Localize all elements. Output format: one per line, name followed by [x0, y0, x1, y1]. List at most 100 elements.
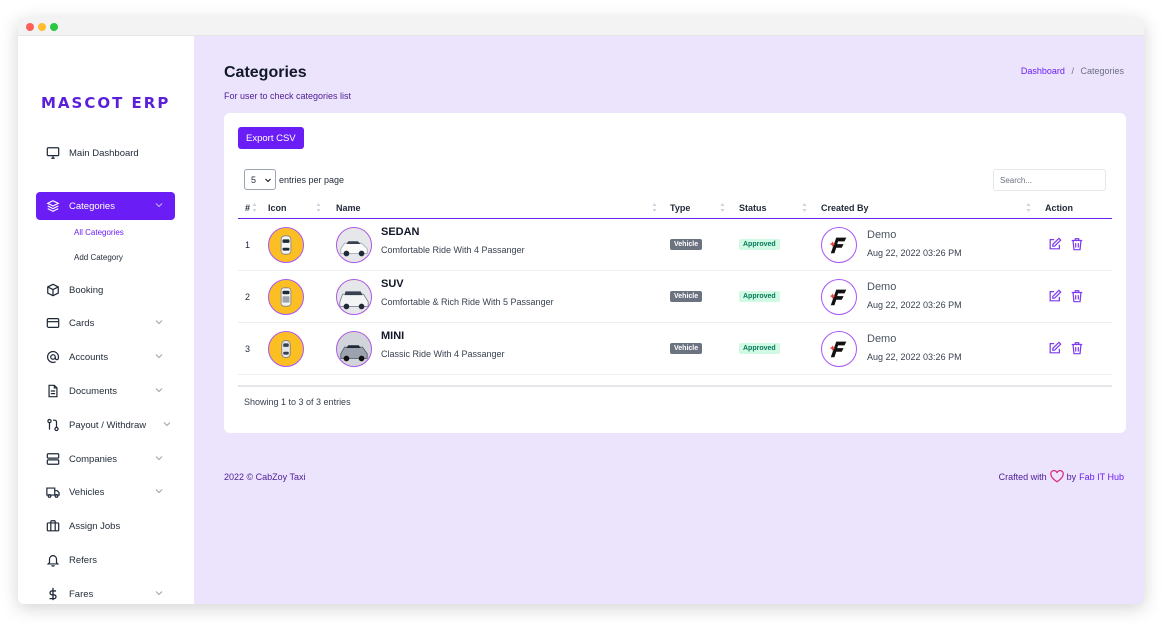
category-description: Comfortable Ride With 4 Passanger: [381, 245, 525, 255]
sidebar-item-booking[interactable]: Booking: [36, 276, 175, 304]
breadcrumb-current: Categories: [1080, 66, 1124, 76]
status-badge: Approved: [739, 291, 780, 302]
bell-icon: [46, 553, 60, 567]
sort-icon: [316, 203, 321, 212]
page-subtitle: For user to check categories list: [224, 91, 352, 101]
type-badge: Vehicle: [670, 291, 703, 302]
page-title: Categories: [224, 64, 307, 81]
sidebar-item-fares[interactable]: Fares: [36, 580, 175, 604]
pagination-info: Showing 1 to 3 of 3 entries: [244, 397, 351, 407]
briefcase-icon: [46, 519, 60, 533]
brand-f-logo-icon: [829, 341, 847, 358]
app-window: MASCOT ERP Main Dashboard Categories All…: [18, 18, 1144, 604]
column-header-name[interactable]: Name: [336, 203, 361, 213]
chevron-down-icon: [155, 388, 163, 393]
chevron-down-icon: [155, 320, 163, 325]
breadcrumb: Dashboard / Categories: [1021, 66, 1124, 76]
row-number: 3: [245, 344, 251, 354]
sidebar-item-label: Accounts: [69, 351, 109, 363]
edit-icon[interactable]: [1048, 237, 1062, 251]
sort-icon: [802, 203, 807, 212]
table-row: 2 SUV Comfortable & Rich Ride With 5 Pas…: [238, 271, 1112, 323]
sidebar-item-label: Cards: [69, 317, 95, 329]
entries-per-page: 5 entries per page: [244, 169, 344, 190]
cube-icon: [46, 283, 60, 297]
chevron-down-icon: [155, 456, 163, 461]
entries-select[interactable]: 5: [244, 169, 276, 190]
column-header-icon[interactable]: Icon: [268, 203, 287, 213]
status-badge: Approved: [739, 239, 780, 250]
sidebar-item-label: Categories: [69, 200, 115, 212]
car-photo: [336, 227, 372, 263]
at-icon: [46, 350, 60, 364]
column-header-action: Action: [1045, 203, 1073, 213]
creator-name: Demo: [867, 281, 897, 293]
crafted-by-text: by: [1066, 471, 1077, 482]
category-name: MINI: [381, 330, 405, 342]
sidebar-item-cards[interactable]: Cards: [36, 309, 175, 337]
edit-icon[interactable]: [1048, 289, 1062, 303]
column-header-type[interactable]: Type: [670, 203, 690, 213]
sidebar-item-companies[interactable]: Companies: [36, 445, 175, 473]
trash-icon[interactable]: [1070, 341, 1084, 355]
row-number: 1: [245, 240, 251, 250]
server-icon: [46, 452, 60, 466]
card-icon: [46, 316, 60, 330]
row-number: 2: [245, 292, 251, 302]
search-input[interactable]: [993, 169, 1106, 191]
type-badge: Vehicle: [670, 239, 703, 250]
type-badge: Vehicle: [670, 343, 703, 354]
sidebar-item-refers[interactable]: Refers: [36, 546, 175, 574]
column-header-status[interactable]: Status: [739, 203, 767, 213]
breadcrumb-dashboard-link[interactable]: Dashboard: [1021, 66, 1065, 76]
sidebar-item-label: Refers: [69, 554, 97, 566]
export-csv-button[interactable]: Export CSV: [238, 127, 304, 149]
sort-icon: [1026, 203, 1031, 212]
document-icon: [46, 384, 60, 398]
dollar-icon: [46, 587, 60, 601]
window-titlebar: [18, 18, 1144, 36]
sidebar-item-payout-withdraw[interactable]: Payout / Withdraw: [36, 411, 175, 439]
transfer-icon: [46, 418, 60, 432]
category-name: SEDAN: [381, 226, 420, 238]
category-description: Comfortable & Rich Ride With 5 Passanger: [381, 297, 554, 307]
maximize-window-button[interactable]: [50, 23, 58, 31]
avatar: [821, 227, 857, 263]
sidebar-item-documents[interactable]: Documents: [36, 377, 175, 405]
footer-copyright: 2022 © CabZoy Taxi: [224, 472, 306, 482]
chevron-down-icon: [155, 354, 163, 359]
chevron-down-icon: [155, 203, 163, 208]
close-window-button[interactable]: [26, 23, 34, 31]
table-row: 1 SEDAN Comfortable Ride With 4 Passange…: [238, 219, 1112, 271]
sidebar-item-vehicles[interactable]: Vehicles: [36, 478, 175, 506]
column-header-number[interactable]: #: [245, 203, 250, 213]
table-divider: [238, 385, 1112, 387]
sidebar-item-accounts[interactable]: Accounts: [36, 343, 175, 371]
sidebar-item-categories[interactable]: Categories: [36, 192, 175, 220]
creator-name: Demo: [867, 229, 897, 241]
sidebar-item-label: Assign Jobs: [69, 520, 121, 532]
main-content: Categories For user to check categories …: [194, 36, 1144, 604]
created-date: Aug 22, 2022 03:26 PM: [867, 248, 962, 258]
footer-credits: Crafted with by Fab IT Hub: [999, 470, 1124, 483]
sidebar-item-label: Vehicles: [69, 486, 105, 498]
edit-icon[interactable]: [1048, 341, 1062, 355]
sort-icon: [720, 203, 725, 212]
categories-table: # Icon Name Type Status Created By Actio…: [238, 197, 1112, 375]
created-date: Aug 22, 2022 03:26 PM: [867, 300, 962, 310]
column-header-created-by[interactable]: Created By: [821, 203, 869, 213]
subitem-add-category[interactable]: Add Category: [74, 253, 123, 262]
trash-icon[interactable]: [1070, 289, 1084, 303]
sidebar-item-main-dashboard[interactable]: Main Dashboard: [36, 139, 175, 167]
monitor-icon: [46, 146, 60, 160]
sidebar-item-label: Companies: [69, 453, 118, 465]
sidebar-item-assign-jobs[interactable]: Assign Jobs: [36, 512, 175, 540]
brand-f-logo-icon: [829, 289, 847, 306]
footer-brand-link[interactable]: Fab IT Hub: [1079, 472, 1124, 482]
car-top-view-icon: [268, 279, 304, 315]
minimize-window-button[interactable]: [38, 23, 46, 31]
subitem-all-categories[interactable]: All Categories: [74, 228, 124, 237]
trash-icon[interactable]: [1070, 237, 1084, 251]
heart-icon: [1049, 470, 1064, 483]
sidebar: MASCOT ERP Main Dashboard Categories All…: [18, 36, 194, 604]
